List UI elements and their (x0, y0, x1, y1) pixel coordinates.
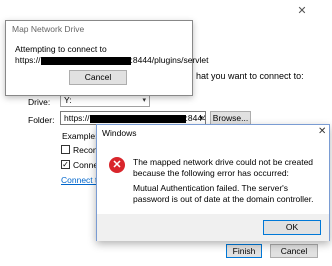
connect-checkbox[interactable]: ✓ (61, 160, 70, 169)
folder-prefix: https:// (64, 113, 90, 123)
close-icon[interactable]: ✕ (318, 126, 326, 137)
connecting-message-line: Attempting to connect to (15, 44, 107, 54)
cancel-button[interactable]: Cancel (69, 70, 127, 85)
dialog-title: Map Network Drive (12, 24, 85, 34)
ok-button[interactable]: OK (263, 220, 321, 235)
wizard-close-icon[interactable]: ✕ (296, 5, 308, 17)
folder-input[interactable]: https://:8444/j ▾ (60, 111, 206, 125)
url-suffix: :8444/plugins/servlet (130, 55, 209, 65)
dialog-footer: OK (97, 214, 329, 241)
chevron-down-icon: ▾ (142, 97, 146, 104)
reconnect-checkbox[interactable] (61, 145, 70, 154)
error-icon: ✕ (109, 157, 125, 173)
wizard-instruction-text: hat you want to connect to: (196, 71, 304, 81)
error-message: The mapped network drive could not be cr… (133, 157, 314, 178)
drive-value: Y: (64, 95, 72, 105)
connecting-url: https:// :8444/plugins/servlet (15, 55, 208, 66)
url-prefix: https:// (15, 55, 41, 65)
connecting-dialog: Map Network Drive Attempting to connect … (5, 20, 208, 96)
redaction-bar (40, 56, 131, 65)
connecting-message: Attempting to connect to https:// :8444/p… (15, 44, 208, 66)
dialog-title: Windows (102, 128, 137, 138)
redaction-bar (89, 114, 186, 123)
folder-label: Folder: (28, 115, 55, 125)
error-dialog: Windows ✕ ✕ The mapped network drive cou… (96, 124, 330, 241)
wizard-cancel-button[interactable]: Cancel (270, 244, 318, 258)
finish-button[interactable]: Finish (226, 244, 262, 258)
error-detail: Mutual Authentication failed. The server… (133, 183, 314, 204)
drive-label: Drive: (28, 97, 51, 107)
